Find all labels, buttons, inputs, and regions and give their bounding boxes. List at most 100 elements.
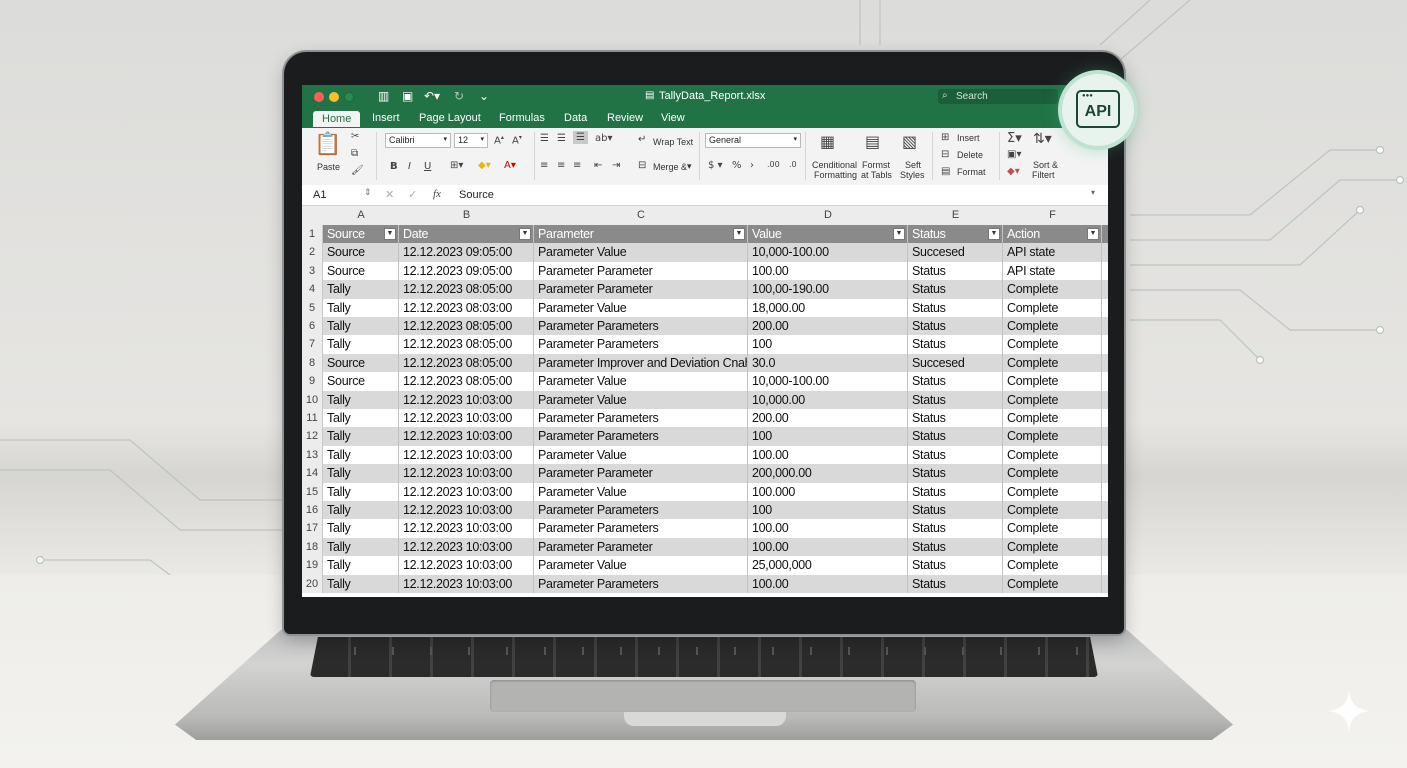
row-number[interactable]: 10	[302, 390, 323, 409]
table-cell[interactable]: 12.12.2023 09:05:00	[399, 243, 534, 262]
filter-dropdown-icon[interactable]: ▼	[893, 228, 905, 240]
table-cell[interactable]: Tally	[323, 409, 399, 428]
table-cell[interactable]: Complete	[1003, 280, 1102, 299]
table-cell[interactable]: 18,000.00	[748, 298, 908, 317]
format-painter-icon[interactable]: 🖌	[351, 165, 364, 176]
table-cell[interactable]: Source	[323, 353, 399, 373]
delete-cells-button[interactable]: Delete	[957, 150, 983, 160]
table-cell[interactable]: Parameter Parameter	[534, 537, 748, 557]
expand-formula-icon[interactable]: ▾	[1091, 188, 1095, 197]
table-cell[interactable]: 12.12.2023 10:03:00	[399, 574, 534, 593]
table-cell[interactable]: 12.12.2023 08:05:00	[399, 353, 534, 373]
table-cell[interactable]: Parameter Improver and Deviation Cnahs	[534, 353, 748, 373]
table-cell[interactable]: Complete	[1003, 298, 1102, 317]
table-cell[interactable]: Status	[908, 537, 1003, 557]
table-cell[interactable]: Status	[908, 574, 1003, 593]
table-cell[interactable]: Succesed	[908, 243, 1003, 262]
table-cell[interactable]: 12.12.2023 10:03:00	[399, 501, 534, 520]
table-cell[interactable]: Status	[908, 445, 1003, 465]
tab-data[interactable]: Data	[564, 112, 587, 124]
merge-icon[interactable]: ⊟	[638, 160, 646, 171]
function-icon[interactable]: fx	[433, 188, 441, 200]
table-cell[interactable]: Tally	[323, 556, 399, 575]
table-cell[interactable]: Complete	[1003, 317, 1102, 336]
row-number[interactable]: 12	[302, 427, 323, 446]
table-cell[interactable]: 100.00	[748, 537, 908, 557]
cell-styles-label-2[interactable]: Styles	[900, 170, 925, 180]
column-header-a[interactable]: A	[323, 209, 399, 221]
cut-icon[interactable]: ✂	[351, 131, 359, 142]
table-cell[interactable]: API state	[1003, 243, 1102, 262]
table-cell[interactable]: 12.12.2023 10:03:00	[399, 464, 534, 483]
table-cell[interactable]: Status	[908, 298, 1003, 317]
table-cell[interactable]: Complete	[1003, 390, 1102, 409]
search-field[interactable]: ⌕ Search	[938, 89, 1058, 104]
filter-dropdown-icon[interactable]: ▼	[733, 228, 745, 240]
align-middle-icon[interactable]: ☰	[557, 133, 566, 144]
format-as-table-icon[interactable]: ▤	[865, 132, 880, 151]
table-cell[interactable]: Complete	[1003, 556, 1102, 575]
table-cell[interactable]: 12.12.2023 10:03:00	[399, 519, 534, 538]
table-cell[interactable]: Parameter Parameters	[534, 519, 748, 538]
table-cell[interactable]: 100.00	[748, 519, 908, 538]
table-cell[interactable]: 100	[748, 501, 908, 520]
table-cell[interactable]: Status	[908, 501, 1003, 520]
row-number[interactable]: 13	[302, 445, 323, 465]
table-cell[interactable]: Complete	[1003, 464, 1102, 483]
table-cell[interactable]: Tally	[323, 482, 399, 501]
table-cell[interactable]: 12.12.2023 10:03:00	[399, 427, 534, 446]
copy-icon[interactable]: ⧉	[351, 148, 358, 159]
row-number[interactable]: 4	[302, 280, 323, 299]
align-bottom-icon[interactable]: ☰	[573, 131, 588, 144]
table-cell[interactable]: Succesed	[908, 353, 1003, 373]
close-window-button[interactable]	[314, 92, 324, 102]
header-cell[interactable]: Value	[748, 225, 908, 244]
delete-cells-icon[interactable]: ⊟	[941, 149, 949, 160]
conditional-formatting-icon[interactable]: ▦	[820, 132, 835, 151]
decrease-indent-icon[interactable]: ⇤	[594, 160, 602, 171]
table-cell[interactable]: Complete	[1003, 409, 1102, 428]
table-cell[interactable]: Status	[908, 464, 1003, 483]
table-cell[interactable]: Tally	[323, 574, 399, 593]
table-cell[interactable]: Parameter Parameter	[534, 280, 748, 299]
italic-button[interactable]: I	[408, 161, 411, 172]
increase-indent-icon[interactable]: ⇥	[612, 160, 620, 171]
table-cell[interactable]: Parameter Value	[534, 372, 748, 391]
tab-insert[interactable]: Insert	[372, 112, 400, 124]
table-cell[interactable]: Tally	[323, 537, 399, 557]
fill-icon[interactable]: ▣▾	[1007, 149, 1021, 160]
table-cell[interactable]: 12.12.2023 08:03:00	[399, 298, 534, 317]
row-number[interactable]: 15	[302, 482, 323, 501]
font-size-select[interactable]: 12 ▾	[454, 133, 488, 148]
align-right-icon[interactable]: ≡	[573, 160, 581, 171]
column-header-c[interactable]: C	[534, 209, 748, 221]
cell-styles-icon[interactable]: ▧	[902, 132, 917, 151]
table-cell[interactable]: Source	[323, 261, 399, 281]
table-cell[interactable]: 200.00	[748, 409, 908, 428]
table-cell[interactable]: Parameter Value	[534, 243, 748, 262]
table-cell[interactable]: 12.12.2023 08:05:00	[399, 280, 534, 299]
paste-icon[interactable]: 📋	[314, 132, 341, 157]
table-cell[interactable]: 100,00-190.00	[748, 280, 908, 299]
table-cell[interactable]: Parameter Parameters	[534, 574, 748, 593]
clear-icon[interactable]: ◆▾	[1007, 166, 1020, 177]
column-header-e[interactable]: E	[908, 209, 1003, 221]
table-cell[interactable]: Parameter Value	[534, 556, 748, 575]
table-cell[interactable]: 100.00	[748, 574, 908, 593]
table-cell[interactable]: Complete	[1003, 501, 1102, 520]
zoom-window-button[interactable]	[344, 92, 354, 102]
format-table-label-2[interactable]: at Tabls	[861, 170, 892, 180]
align-left-icon[interactable]: ≡	[540, 160, 548, 171]
table-cell[interactable]: Tally	[323, 390, 399, 409]
table-cell[interactable]: Tally	[323, 298, 399, 317]
table-cell[interactable]: 12.12.2023 08:05:00	[399, 335, 534, 354]
insert-cells-icon[interactable]: ⊞	[941, 132, 949, 143]
table-cell[interactable]: API state	[1003, 261, 1102, 281]
row-number[interactable]: 7	[302, 335, 323, 354]
font-color-icon[interactable]: A▾	[504, 160, 516, 171]
customize-toolbar-icon[interactable]: ⌄	[479, 89, 489, 103]
table-cell[interactable]: Tally	[323, 280, 399, 299]
table-cell[interactable]: 30.0	[748, 353, 908, 373]
table-cell[interactable]: 100.00	[748, 261, 908, 281]
table-cell[interactable]: 12.12.2023 10:03:00	[399, 409, 534, 428]
